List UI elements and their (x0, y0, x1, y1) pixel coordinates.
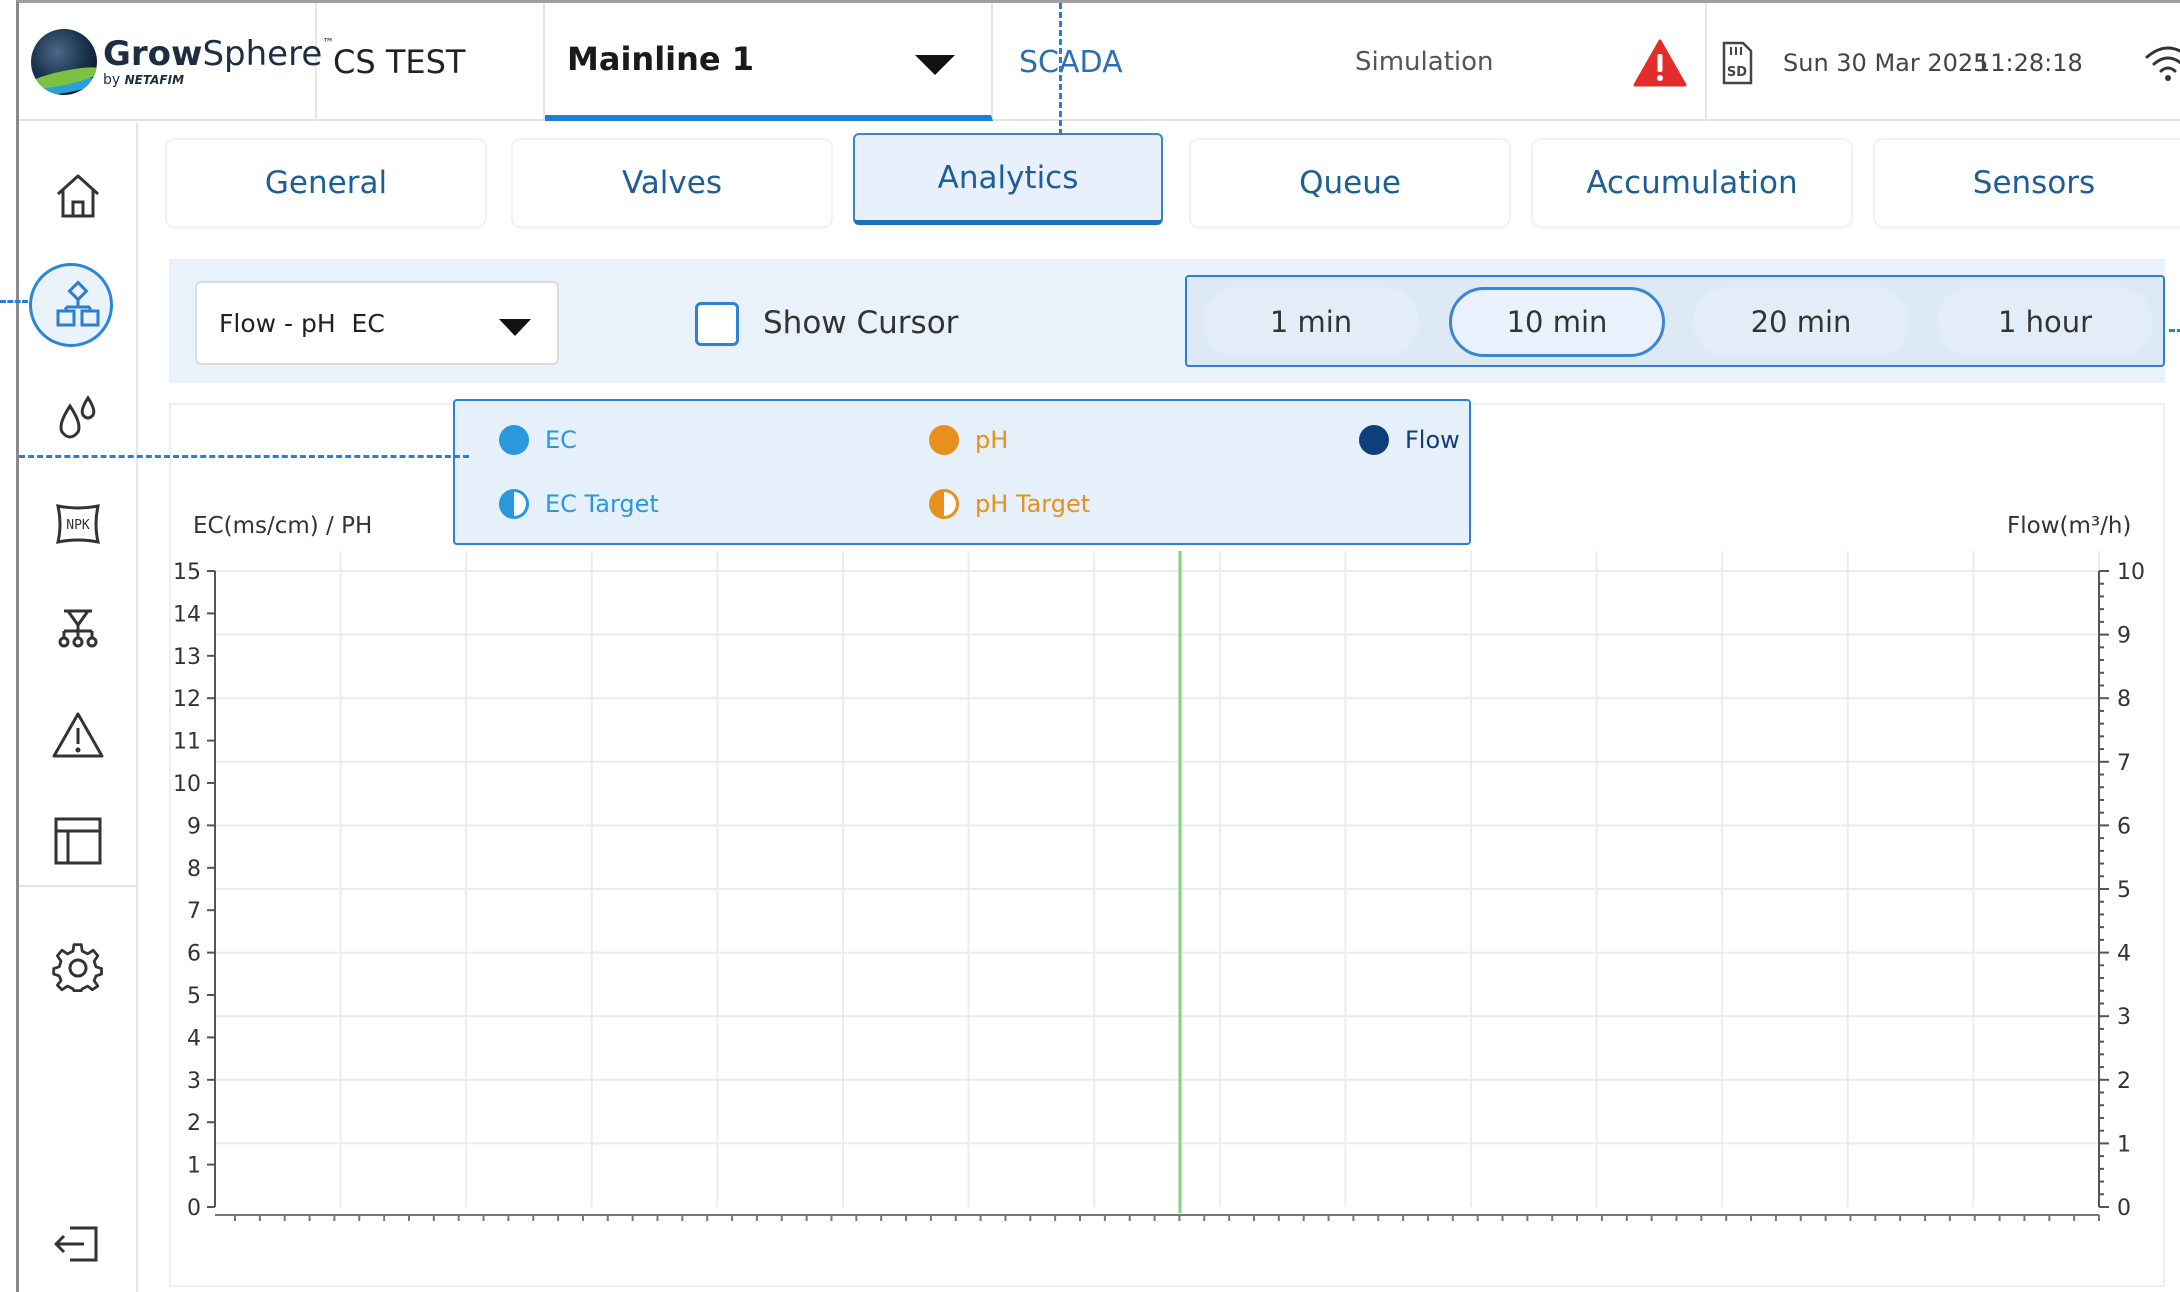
warning-icon (52, 712, 103, 758)
tab-valves[interactable]: Valves (513, 140, 831, 226)
range-10-min[interactable]: 10 min (1449, 287, 1665, 357)
logo-by: by (103, 72, 121, 88)
tab-accumulation[interactable]: Accumulation (1533, 140, 1851, 226)
legend-label: Flow (1405, 426, 1460, 454)
svg-text:NPK: NPK (66, 518, 90, 533)
legend-label: pH Target (975, 490, 1091, 518)
chevron-down-icon (915, 55, 955, 75)
flow-dot-icon (1359, 425, 1389, 455)
nav-settings[interactable] (19, 924, 136, 1014)
chart-legend: EC pH Flow EC Target pH Target (453, 399, 1471, 545)
status-area: SD Sun 30 Mar 2025 11:28:18 (1705, 3, 2180, 121)
nav-logout[interactable] (19, 1199, 136, 1289)
show-cursor-label[interactable]: Show Cursor (763, 305, 958, 341)
tab-analytics[interactable]: Analytics (853, 133, 1163, 225)
mainline-label: Mainline 1 (567, 40, 755, 78)
sidebar-divider (19, 885, 138, 887)
water-drops-icon (59, 395, 95, 439)
legend-flow[interactable]: Flow (1359, 425, 1460, 455)
header-center: SCADA Simulation (993, 3, 1705, 121)
legend-ph-target[interactable]: pH Target (929, 489, 1090, 519)
legend-ec-target[interactable]: EC Target (499, 489, 659, 519)
annotation-guide-line (2169, 329, 2180, 332)
growsphere-globe-icon (31, 29, 97, 95)
sidebar: NPK (19, 123, 138, 1292)
nav-water[interactable] (19, 373, 136, 463)
nav-tables[interactable] (19, 796, 136, 886)
legend-label: EC (545, 426, 577, 454)
valve-network-icon (58, 609, 97, 648)
tab-sensors[interactable]: Sensors (1875, 140, 2180, 226)
nav-fertilizer[interactable]: NPK (19, 479, 136, 569)
y-axis-right-title: Flow(m³/h) (2007, 513, 2132, 539)
logo: GrowSphere™ by NETAFIM (19, 3, 334, 121)
ec-dot-icon (499, 425, 529, 455)
chart-type-select[interactable]: Flow - pH EC (195, 281, 559, 365)
legend-label: pH (975, 426, 1009, 454)
logout-icon (54, 1226, 97, 1262)
range-20-min[interactable]: 20 min (1693, 287, 1909, 357)
mainline-dropdown[interactable]: Mainline 1 (545, 3, 993, 121)
sd-label: SD (1727, 65, 1747, 80)
analytics-toolbar: Flow - pH EC Show Cursor 1 min 10 min 20… (169, 259, 2165, 383)
time-range-group: 1 min 10 min 20 min 1 hour (1185, 275, 2165, 367)
range-1-hour[interactable]: 1 hour (1937, 287, 2153, 357)
settings-gear-icon (51, 943, 103, 993)
scada-link[interactable]: SCADA (1019, 45, 1123, 80)
home-icon (56, 174, 99, 218)
table-layout-icon (54, 817, 101, 865)
site-name: CS TEST (317, 3, 545, 121)
range-1-min[interactable]: 1 min (1203, 287, 1419, 357)
ph-target-half-dot-icon (929, 489, 959, 519)
y-axis-left-title: EC(ms/cm) / PH (193, 513, 373, 539)
chevron-down-icon (499, 319, 531, 336)
show-cursor-checkbox[interactable] (695, 302, 739, 346)
npk-fertilizer-icon: NPK (55, 504, 100, 544)
annotation-guide-line (19, 455, 469, 458)
nav-valves[interactable] (19, 584, 136, 674)
logo-text-light: Sphere (202, 34, 323, 74)
chart-type-value: Flow - pH EC (219, 308, 385, 338)
legend-ec[interactable]: EC (499, 425, 577, 455)
ec-target-half-dot-icon (499, 489, 529, 519)
alert-icon[interactable] (1633, 39, 1687, 87)
nav-alarms[interactable] (19, 691, 136, 781)
legend-label: EC Target (545, 490, 659, 518)
ph-dot-icon (929, 425, 959, 455)
simulation-status: Simulation (1355, 47, 1494, 77)
time-display: 11:28:18 (1975, 49, 2083, 77)
nav-irrigation-system[interactable] (19, 260, 136, 350)
nav-home[interactable] (19, 151, 136, 241)
sd-card-icon: SD (1722, 41, 1753, 85)
annotation-guide-line (0, 300, 28, 303)
date-display: Sun 30 Mar 2025 (1783, 49, 1989, 77)
tab-label: Analytics (937, 159, 1079, 196)
tab-queue[interactable]: Queue (1191, 140, 1509, 226)
logo-brand: NETAFIM (124, 73, 185, 87)
range-label: 1 min (1269, 305, 1353, 339)
tab-general[interactable]: General (167, 140, 485, 226)
tab-label: Queue (1299, 165, 1401, 201)
top-header: GrowSphere™ by NETAFIM CS TEST Mainline … (19, 3, 2180, 121)
range-label: 10 min (1506, 305, 1608, 339)
wifi-icon (2145, 46, 2180, 81)
tab-label: Valves (622, 165, 722, 201)
irrigation-system-icon (56, 280, 99, 327)
range-label: 20 min (1750, 305, 1852, 339)
tab-label: Sensors (1972, 165, 2096, 201)
logo-text-bold: Grow (103, 34, 203, 74)
app-window: GrowSphere™ by NETAFIM CS TEST Mainline … (16, 0, 2180, 1292)
range-label: 1 hour (1997, 305, 2093, 339)
annotation-guide-line (1059, 3, 1062, 135)
legend-ph[interactable]: pH (929, 425, 1008, 455)
tab-label: General (264, 165, 388, 201)
tab-label: Accumulation (1586, 165, 1798, 201)
